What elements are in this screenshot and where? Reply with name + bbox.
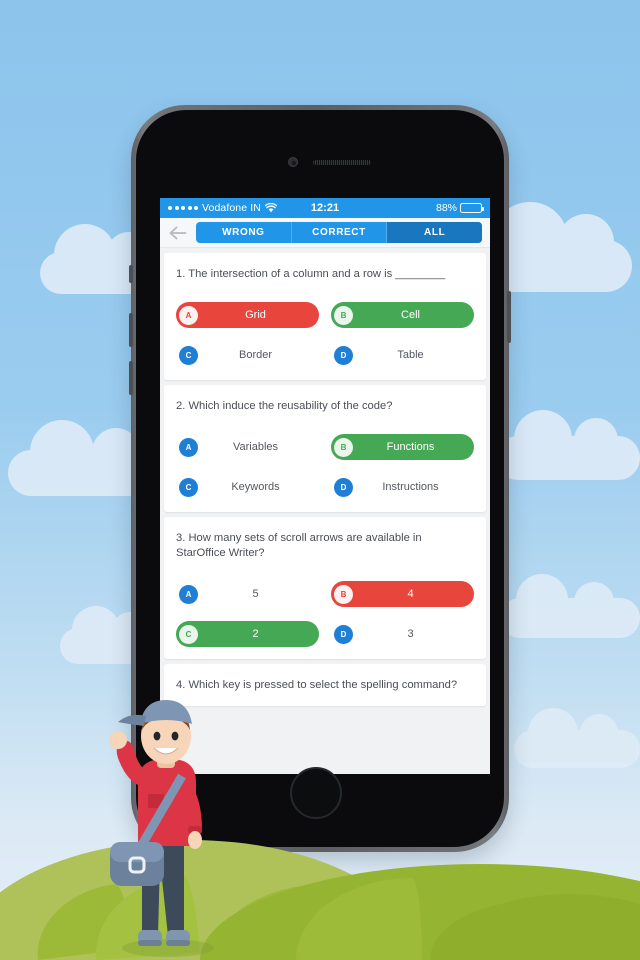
status-bar-clock: 12:21 xyxy=(310,202,340,214)
option-label: Functions xyxy=(386,441,435,454)
cloud xyxy=(514,708,640,768)
option-letter-badge: D xyxy=(334,624,353,644)
question-text: 3. How many sets of scroll arrows are av… xyxy=(176,532,422,560)
tab-all[interactable]: ALL xyxy=(387,222,482,243)
silent-switch xyxy=(129,265,133,283)
answer-option-d[interactable]: D Instructions xyxy=(331,474,474,500)
answer-option-c[interactable]: C2 xyxy=(176,621,319,648)
status-bar: Vodafone IN 12:21 88% xyxy=(160,198,490,218)
front-camera-icon xyxy=(288,157,298,167)
tab-correct[interactable]: CORRECT xyxy=(292,222,388,243)
option-letter-badge: B xyxy=(334,437,353,457)
option-label: 4 xyxy=(407,588,414,601)
option-label: Grid xyxy=(245,309,266,322)
power-button xyxy=(507,291,511,343)
option-label: 5 xyxy=(252,588,259,601)
option-label: 2 xyxy=(252,628,259,641)
answer-option-a[interactable]: A Variables xyxy=(176,434,319,460)
option-letter-badge: A xyxy=(179,437,198,457)
option-letter-badge: D xyxy=(334,345,353,365)
answer-option-b[interactable]: B Cell xyxy=(331,302,474,329)
back-arrow-icon[interactable] xyxy=(168,223,188,243)
volume-up-button xyxy=(129,313,133,347)
option-letter-badge: B xyxy=(334,305,353,325)
filter-segmented-control[interactable]: WRONG CORRECT ALL xyxy=(196,222,482,243)
option-label: Variables xyxy=(232,441,279,454)
answer-option-d[interactable]: D Table xyxy=(331,342,474,368)
option-letter-badge: A xyxy=(179,305,198,325)
question-text: 1. The intersection of a column and a ro… xyxy=(176,268,446,280)
option-label: Table xyxy=(397,349,424,362)
question-text: 2. Which induce the reusability of the c… xyxy=(176,400,393,413)
phone-screen: Vodafone IN 12:21 88% WRONG CORRECT ALL … xyxy=(160,198,490,774)
option-letter-badge: C xyxy=(179,477,198,497)
cloud xyxy=(500,574,640,638)
answer-option-a[interactable]: A5 xyxy=(176,581,319,607)
answer-option-c[interactable]: C Border xyxy=(176,342,319,368)
option-grid: A Variables B Functions C Keywords D Instructio… xyxy=(176,434,474,500)
scene-background: Vodafone IN 12:21 88% WRONG CORRECT ALL … xyxy=(0,0,640,960)
option-letter-badge: B xyxy=(334,584,353,604)
option-label: 3 xyxy=(407,628,414,641)
option-letter-badge: C xyxy=(179,345,198,365)
earpiece-speaker xyxy=(313,160,371,165)
answer-option-c[interactable]: C Keywords xyxy=(176,474,319,500)
answer-option-d[interactable]: D3 xyxy=(331,621,474,647)
answer-option-b[interactable]: B4 xyxy=(331,581,474,608)
navigation-bar: WRONG CORRECT ALL xyxy=(160,218,490,248)
tab-wrong[interactable]: WRONG xyxy=(196,222,292,243)
volume-down-button xyxy=(129,361,133,395)
option-letter-badge: A xyxy=(179,584,198,604)
option-letter-badge: C xyxy=(179,624,198,644)
answer-option-a[interactable]: A Grid xyxy=(176,302,319,329)
battery-icon xyxy=(460,203,484,213)
question-card: 1. The intersection of a column and a ro… xyxy=(164,253,486,381)
option-label: Keywords xyxy=(231,481,280,494)
option-label: Border xyxy=(238,349,273,362)
question-card: 2. Which induce the reusability of the c… xyxy=(164,385,486,513)
answer-option-b[interactable]: B Functions xyxy=(331,434,474,461)
option-label: Cell xyxy=(401,309,420,322)
option-label: Instructions xyxy=(382,481,439,494)
cloud xyxy=(496,410,640,480)
option-letter-badge: D xyxy=(334,477,353,497)
option-grid: A5B4C2D3 xyxy=(176,581,474,648)
option-grid: A Grid B Cell C Border D Table xyxy=(176,302,474,368)
question-card: 3. How many sets of scroll arrows are av… xyxy=(164,517,486,660)
waving-boy-illustration xyxy=(96,690,236,960)
